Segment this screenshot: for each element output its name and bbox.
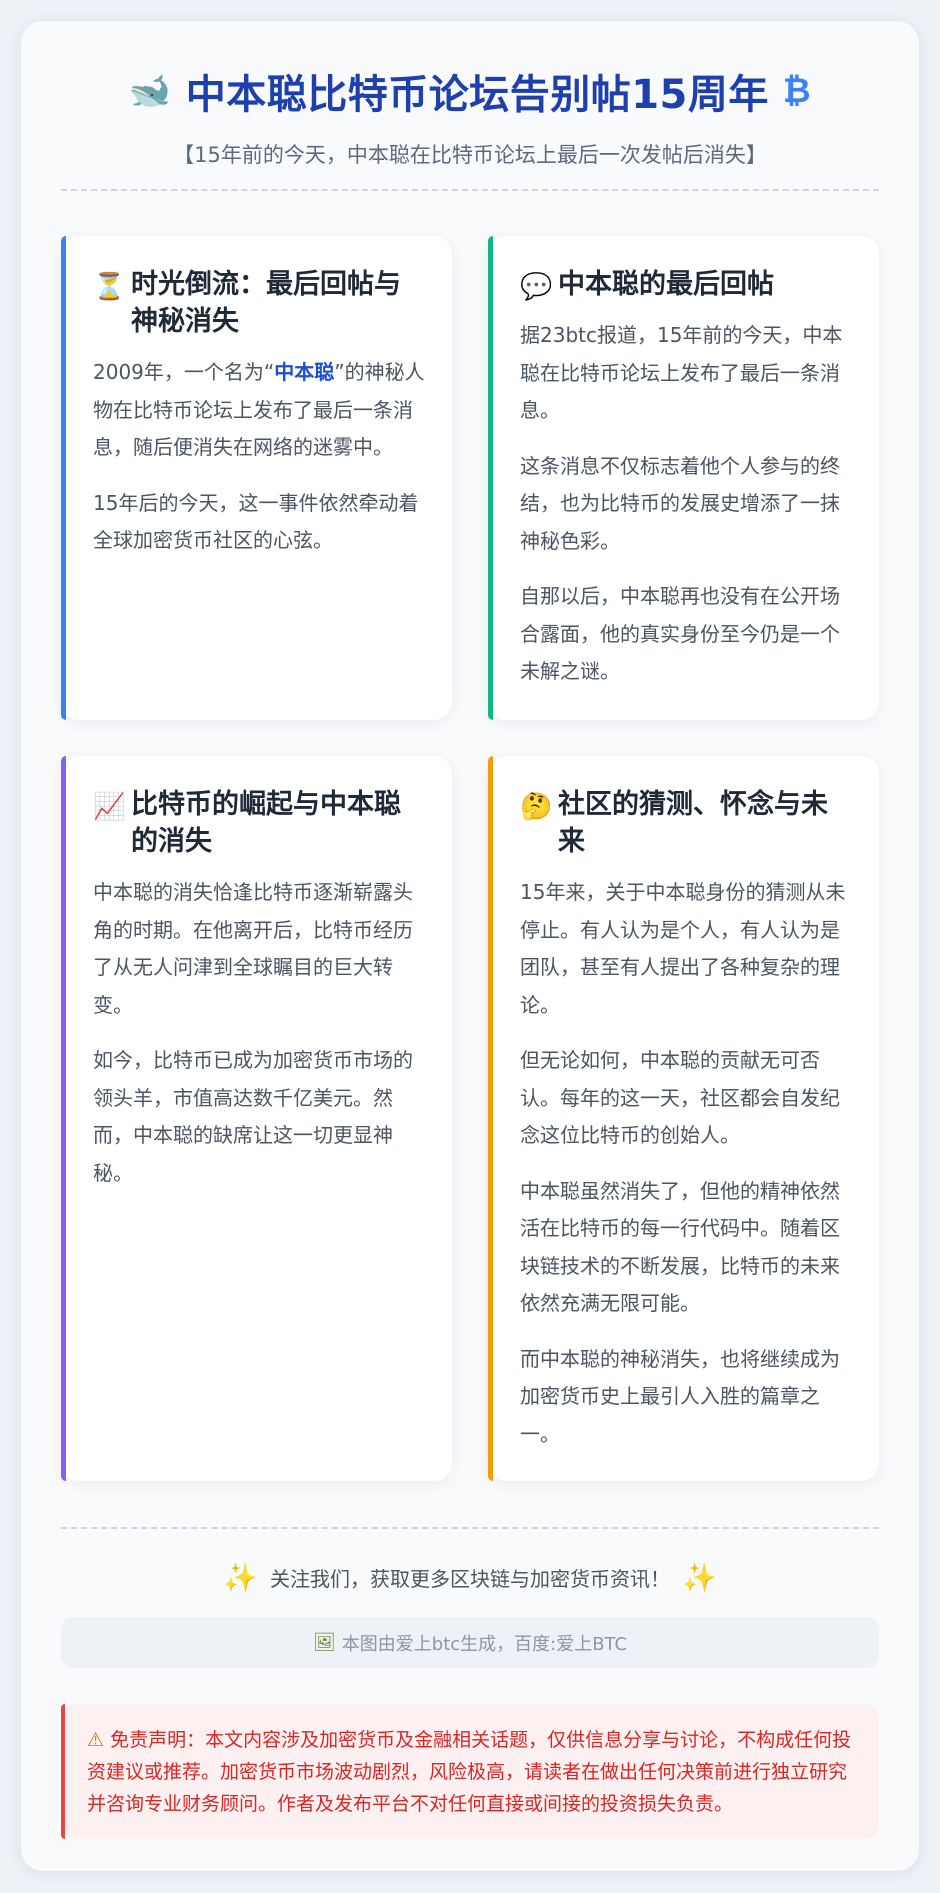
card-paragraph: 中本聪虽然消失了，但他的精神依然活在比特币的每一行代码中。随着区块链技术的不断发…: [520, 1178, 840, 1316]
card-time-rewind: ⏳ 时光倒流：最后回帖与神秘消失 2009年，一个名为“中本聪”的神秘人物在比特…: [61, 236, 452, 720]
card-bitcoin-rise: 📈 比特币的崛起与中本聪的消失 中本聪的消失恰逢比特币逐渐崭露头角的时期。在他离…: [61, 756, 452, 1481]
card-grid: ⏳ 时光倒流：最后回帖与神秘消失 2009年，一个名为“中本聪”的神秘人物在比特…: [61, 236, 879, 1481]
card-header: 🤔 社区的猜测、怀念与未来: [520, 786, 853, 860]
card-paragraph: 这条消息不仅标志着他个人参与的终结，也为比特币的发展史增添了一抹神秘色彩。: [520, 453, 840, 553]
card-paragraph: 2009年，一个名为“中本聪”的神秘人物在比特币论坛上发布了最后一条消息，随后便…: [93, 354, 426, 467]
page-title-text: 中本聪比特币论坛告别帖15周年: [185, 72, 769, 118]
whale-icon: 🐋: [128, 71, 172, 111]
page-title: 🐋 中本聪比特币论坛告别帖15周年 ₿: [61, 63, 879, 119]
picture-icon: 🖼: [312, 1632, 336, 1653]
page-subtitle: 【15年前的今天，中本聪在比特币论坛上最后一次发帖后消失】: [173, 143, 767, 167]
divider: [61, 189, 879, 191]
generated-by-note: 🖼 本图由爱上btc生成，百度:爱上BTC: [61, 1617, 879, 1668]
card-title: 时光倒流：最后回帖与神秘消失: [131, 269, 401, 337]
card-paragraph: 15年来，关于中本聪身份的猜测从未停止。有人认为是个人，有人认为是团队，甚至有人…: [520, 880, 846, 1017]
bitcoin-icon: ₿: [782, 71, 812, 111]
thinking-face-icon: 🤔: [520, 792, 553, 822]
speech-bubble-icon: 💬: [520, 272, 553, 302]
card-paragraph: 中本聪的消失恰逢比特币逐渐崭露头角的时期。在他离开后，比特币经历了从无人问津到全…: [93, 880, 413, 1017]
sparkles-icon: ✨: [223, 1560, 258, 1594]
card-paragraph: 但无论如何，中本聪的贡献无可否认。每年的这一天，社区都会自发纪念这位比特币的创始…: [520, 1048, 840, 1147]
card-header: ⏳ 时光倒流：最后回帖与神秘消失: [93, 266, 426, 340]
card-last-post: 💬 中本聪的最后回帖 据23btc报道，15年前的今天，中本聪在比特币论坛上发布…: [488, 236, 879, 720]
highlight-satoshi: 中本聪: [274, 360, 335, 384]
disclaimer-box: ⚠ 免责声明：本文内容涉及加密货币及金融相关话题，仅供信息分享与讨论，不构成任何…: [61, 1704, 879, 1839]
follow-banner: ✨ 关注我们，获取更多区块链与加密货币资讯！ ✨: [61, 1559, 879, 1595]
card-paragraph: 而中本聪的神秘消失，也将继续成为加密货币史上最引人入胜的篇章之一。: [520, 1346, 840, 1446]
chart-increasing-icon: 📈: [93, 792, 126, 822]
card-paragraph: 15年后的今天，这一事件依然牵动着全球加密货币社区的心弦。: [93, 490, 419, 553]
header: 🐋 中本聪比特币论坛告别帖15周年 ₿ 【15年前的今天，中本聪在比特币论坛上最…: [61, 21, 879, 191]
disclaimer-text: 免责声明：本文内容涉及加密货币及金融相关话题，仅供信息分享与讨论，不构成任何投资…: [87, 1729, 852, 1815]
card-title: 比特币的崛起与中本聪的消失: [131, 789, 401, 857]
generated-text: 本图由爱上btc生成，百度:爱上BTC: [341, 1633, 628, 1655]
article-page: 🐋 中本聪比特币论坛告别帖15周年 ₿ 【15年前的今天，中本聪在比特币论坛上最…: [21, 21, 919, 1871]
card-title: 社区的猜测、怀念与未来: [558, 789, 828, 857]
card-title: 中本聪的最后回帖: [558, 269, 774, 300]
card-paragraph: 自那以后，中本聪再也没有在公开场合露面，他的真实身份至今仍是一个未解之谜。: [520, 584, 840, 683]
card-paragraph: 据23btc报道，15年前的今天，中本聪在比特币论坛上发布了最后一条消息。: [520, 323, 843, 422]
card-header: 💬 中本聪的最后回帖: [520, 266, 853, 303]
divider: [61, 1527, 879, 1529]
paragraph-text: 2009年，一个名为“: [93, 360, 275, 384]
sparkles-icon: ✨: [682, 1560, 717, 1594]
card-paragraph: 如今，比特币已成为加密货币市场的领头羊，市值高达数千亿美元。然而，中本聪的缺席让…: [93, 1048, 413, 1185]
card-community: 🤔 社区的猜测、怀念与未来 15年来，关于中本聪身份的猜测从未停止。有人认为是个…: [488, 756, 879, 1481]
hourglass-icon: ⏳: [93, 272, 126, 302]
follow-text: 关注我们，获取更多区块链与加密货币资讯！: [270, 1566, 670, 1591]
card-header: 📈 比特币的崛起与中本聪的消失: [93, 786, 426, 860]
warning-icon: ⚠: [87, 1729, 105, 1751]
